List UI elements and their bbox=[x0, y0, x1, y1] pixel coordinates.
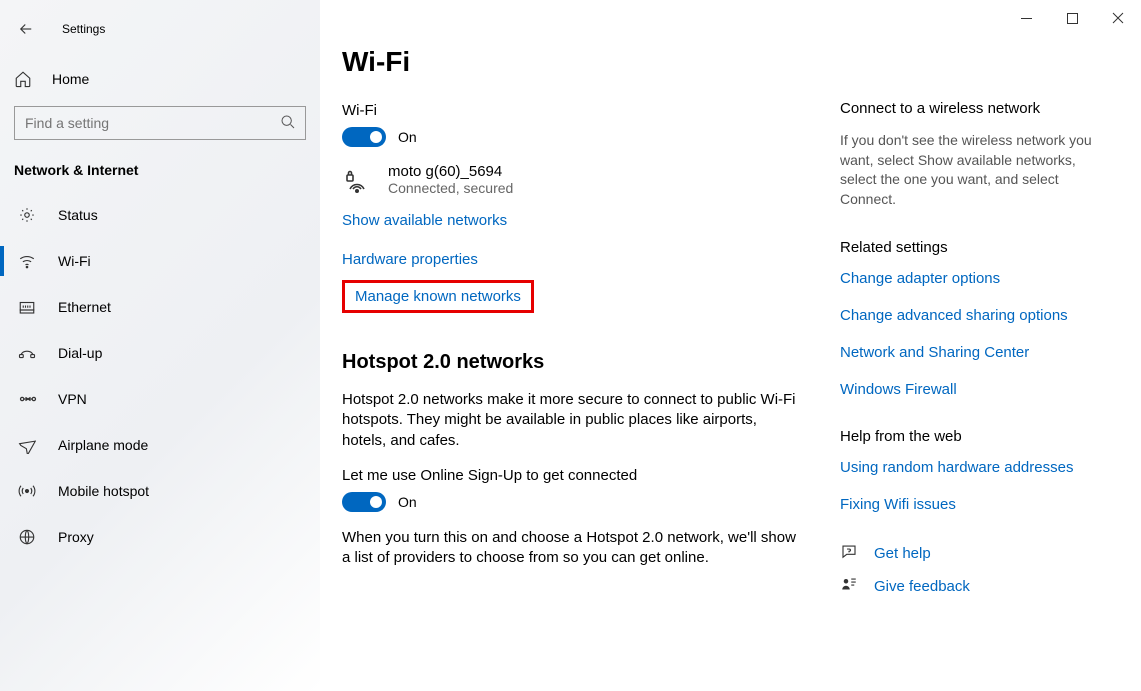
search-icon bbox=[280, 114, 296, 133]
back-button[interactable] bbox=[14, 17, 38, 41]
hotspot-toggle-row: On bbox=[342, 492, 800, 512]
close-button[interactable] bbox=[1095, 0, 1141, 36]
sidebar-item-ethernet[interactable]: Ethernet bbox=[0, 284, 320, 330]
nav-label: Status bbox=[58, 207, 98, 223]
wifi-toggle-state: On bbox=[398, 129, 417, 145]
wifi-secured-icon bbox=[342, 165, 376, 198]
connected-network[interactable]: moto g(60)_5694 Connected, secured bbox=[342, 163, 800, 198]
minimize-icon bbox=[1021, 13, 1032, 24]
sidebar-item-vpn[interactable]: VPN bbox=[0, 376, 320, 422]
home-icon bbox=[14, 70, 34, 88]
home-label: Home bbox=[52, 71, 89, 87]
network-status: Connected, secured bbox=[388, 180, 513, 196]
ethernet-icon bbox=[18, 298, 38, 316]
sidebar: Settings Home Network & Internet Status … bbox=[0, 0, 320, 691]
feedback-icon bbox=[840, 576, 860, 597]
nav-label: VPN bbox=[58, 391, 87, 407]
network-name: moto g(60)_5694 bbox=[388, 163, 513, 180]
aside: Connect to a wireless network If you don… bbox=[840, 0, 1120, 691]
sidebar-item-dialup[interactable]: Dial-up bbox=[0, 330, 320, 376]
fix-wifi-link[interactable]: Fixing Wifi issues bbox=[840, 496, 1100, 513]
give-feedback-row[interactable]: Give feedback bbox=[840, 576, 1100, 597]
wifi-label: Wi-Fi bbox=[342, 102, 800, 119]
sidebar-item-home[interactable]: Home bbox=[0, 60, 320, 98]
nav-label: Dial-up bbox=[58, 345, 102, 361]
random-hw-link[interactable]: Using random hardware addresses bbox=[840, 459, 1100, 476]
maximize-button[interactable] bbox=[1049, 0, 1095, 36]
help-icon bbox=[840, 543, 860, 564]
airplane-icon bbox=[18, 436, 38, 454]
adapter-link[interactable]: Change adapter options bbox=[840, 270, 1100, 287]
sidebar-item-hotspot[interactable]: Mobile hotspot bbox=[0, 468, 320, 514]
hotspot-heading: Hotspot 2.0 networks bbox=[342, 351, 800, 374]
sidebar-section-title: Network & Internet bbox=[0, 154, 320, 192]
wifi-toggle-row: On bbox=[342, 127, 800, 147]
connect-heading: Connect to a wireless network bbox=[840, 100, 1100, 117]
nav-label: Wi-Fi bbox=[58, 253, 91, 269]
give-feedback-link: Give feedback bbox=[874, 578, 970, 595]
wifi-toggle[interactable] bbox=[342, 127, 386, 147]
get-help-row[interactable]: Get help bbox=[840, 543, 1100, 564]
close-icon bbox=[1112, 12, 1124, 24]
sidebar-item-airplane[interactable]: Airplane mode bbox=[0, 422, 320, 468]
maximize-icon bbox=[1067, 13, 1078, 24]
webhelp-heading: Help from the web bbox=[840, 428, 1100, 445]
titlebar-left: Settings bbox=[0, 10, 320, 48]
wifi-icon bbox=[18, 252, 38, 270]
nav-label: Airplane mode bbox=[58, 437, 148, 453]
hotspot-footer: When you turn this on and choose a Hotsp… bbox=[342, 528, 800, 569]
app-title: Settings bbox=[62, 22, 105, 36]
search-container bbox=[14, 106, 306, 140]
manage-known-highlight: Manage known networks bbox=[342, 280, 534, 313]
related-heading: Related settings bbox=[840, 239, 1100, 256]
proxy-icon bbox=[18, 528, 38, 546]
page-title: Wi-Fi bbox=[342, 46, 800, 78]
main: Wi-Fi Wi-Fi On moto g(60)_5694 Connected… bbox=[320, 0, 1141, 691]
show-networks-link[interactable]: Show available networks bbox=[342, 212, 507, 229]
sidebar-item-wifi[interactable]: Wi-Fi bbox=[0, 238, 320, 284]
nav-label: Mobile hotspot bbox=[58, 483, 149, 499]
hotspot-signup-label: Let me use Online Sign-Up to get connect… bbox=[342, 467, 800, 484]
minimize-button[interactable] bbox=[1003, 0, 1049, 36]
firewall-link[interactable]: Windows Firewall bbox=[840, 381, 1100, 398]
arrow-left-icon bbox=[17, 20, 35, 38]
nav-list: Status Wi-Fi Ethernet Dial-up VPN bbox=[0, 192, 320, 560]
hotspot-toggle[interactable] bbox=[342, 492, 386, 512]
sidebar-item-status[interactable]: Status bbox=[0, 192, 320, 238]
hotspot-icon bbox=[18, 482, 38, 500]
get-help-link: Get help bbox=[874, 545, 931, 562]
nav-label: Proxy bbox=[58, 529, 94, 545]
sharing-link[interactable]: Change advanced sharing options bbox=[840, 307, 1100, 324]
connect-desc: If you don't see the wireless network yo… bbox=[840, 131, 1100, 209]
hardware-properties-link[interactable]: Hardware properties bbox=[342, 251, 478, 268]
content: Wi-Fi Wi-Fi On moto g(60)_5694 Connected… bbox=[320, 0, 840, 691]
hotspot-toggle-state: On bbox=[398, 494, 417, 510]
dialup-icon bbox=[18, 344, 38, 362]
sidebar-item-proxy[interactable]: Proxy bbox=[0, 514, 320, 560]
hotspot-desc: Hotspot 2.0 networks make it more secure… bbox=[342, 390, 800, 451]
center-link[interactable]: Network and Sharing Center bbox=[840, 344, 1100, 361]
vpn-icon bbox=[18, 390, 38, 408]
window-controls bbox=[1003, 0, 1141, 36]
nav-label: Ethernet bbox=[58, 299, 111, 315]
status-icon bbox=[18, 206, 38, 224]
search-input[interactable] bbox=[14, 106, 306, 140]
manage-known-networks-link[interactable]: Manage known networks bbox=[355, 288, 521, 305]
